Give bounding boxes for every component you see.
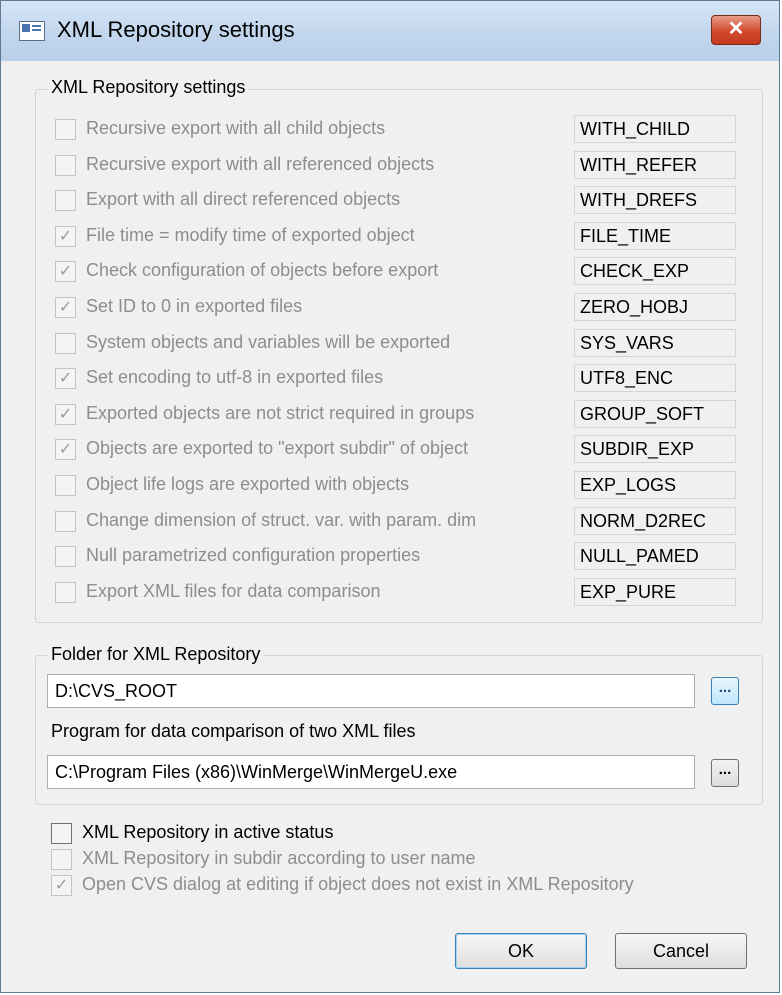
setting-code-field[interactable]: GROUP_SOFT bbox=[574, 399, 736, 428]
setting-row: Recursive export with all referenced obj… bbox=[55, 150, 745, 181]
setting-code-field[interactable]: NULL_PAMED bbox=[574, 542, 736, 571]
setting-row: ✓ Exported objects are not strict require… bbox=[55, 399, 745, 430]
setting-label: System objects and variables will be exp… bbox=[86, 331, 451, 352]
setting-code-field[interactable]: EXP_PURE bbox=[574, 577, 736, 606]
setting-checkbox[interactable] bbox=[55, 332, 76, 354]
setting-code-field[interactable]: CHECK_EXP bbox=[574, 257, 736, 286]
setting-checkbox[interactable]: ✓ bbox=[55, 261, 76, 283]
setting-checkbox[interactable] bbox=[55, 475, 76, 496]
cancel-button[interactable]: Cancel bbox=[615, 933, 747, 969]
option-row: XML Repository in subdir according to us… bbox=[51, 846, 771, 874]
setting-checkbox[interactable]: ✓ bbox=[55, 403, 76, 425]
setting-checkbox[interactable] bbox=[55, 154, 76, 176]
folder-browse-button[interactable]: ... bbox=[711, 677, 739, 705]
setting-checkbox[interactable]: ✓ bbox=[55, 368, 76, 390]
setting-code-field[interactable]: ZERO_HOBJ bbox=[574, 293, 736, 321]
setting-label: Object life logs are exported with objec… bbox=[86, 474, 410, 494]
setting-label: Set encoding to utf-8 in exported files bbox=[86, 367, 384, 388]
setting-row: Recursive export with all child objects W… bbox=[55, 115, 745, 145]
setting-label: Objects are exported to "export subdir" … bbox=[86, 438, 468, 459]
window-app-icon bbox=[19, 21, 45, 41]
setting-checkbox[interactable] bbox=[55, 119, 76, 140]
option-label: XML Repository in subdir according to us… bbox=[82, 848, 476, 868]
setting-checkbox[interactable]: ✓ bbox=[55, 225, 76, 247]
setting-checkbox[interactable] bbox=[55, 546, 76, 568]
setting-code-field[interactable]: WITH_CHILD bbox=[574, 115, 736, 143]
settings-group-label: XML Repository settings bbox=[47, 77, 250, 98]
setting-row: Change dimension of struct. var. with pa… bbox=[55, 506, 745, 537]
setting-label: File time = modify time of exported obje… bbox=[86, 224, 415, 245]
setting-row: ✓ Objects are exported to "export subdir"… bbox=[55, 435, 745, 465]
window-title: XML Repository settings bbox=[57, 17, 295, 42]
folder-path-input[interactable]: D:\CVS_ROOT bbox=[47, 674, 695, 708]
setting-label: Change dimension of struct. var. with pa… bbox=[86, 509, 477, 530]
setting-row: ✓ Set encoding to utf-8 in exported files… bbox=[55, 364, 745, 394]
setting-row: Null parametrized configuration properti… bbox=[55, 542, 745, 572]
option-checkbox[interactable] bbox=[51, 849, 72, 870]
setting-row: ✓ Check configuration of objects before e… bbox=[55, 257, 745, 287]
setting-code-field[interactable]: SYS_VARS bbox=[574, 328, 736, 357]
dialog-window: XML Repository settings ✕ XML Repository… bbox=[0, 0, 780, 993]
option-label: Open CVS dialog at editing if object doe… bbox=[82, 874, 634, 894]
setting-label: Export with all direct referenced object… bbox=[86, 189, 401, 210]
setting-code-field[interactable]: EXP_LOGS bbox=[574, 471, 736, 499]
option-row: ✓ Open CVS dialog at editing if object do… bbox=[51, 872, 771, 900]
setting-label: Set ID to 0 in exported files bbox=[86, 296, 303, 316]
setting-row: Export XML files for data comparison EXP_… bbox=[55, 577, 745, 608]
setting-row: ✓ File time = modify time of exported obj… bbox=[55, 221, 745, 252]
compare-program-input[interactable]: C:\Program Files (x86)\WinMerge\WinMerge… bbox=[47, 755, 695, 789]
setting-checkbox[interactable]: ✓ bbox=[55, 297, 76, 318]
option-checkbox[interactable]: ✓ bbox=[51, 875, 72, 896]
setting-label: Null parametrized configuration properti… bbox=[86, 545, 421, 566]
setting-row: Export with all direct referenced object… bbox=[55, 186, 745, 216]
setting-row: Object life logs are exported with objec… bbox=[55, 471, 745, 501]
option-label: XML Repository in active status bbox=[82, 822, 334, 842]
compare-group-label: Program for data comparison of two XML f… bbox=[47, 721, 420, 742]
setting-label: Recursive export with all referenced obj… bbox=[86, 153, 435, 174]
setting-code-field[interactable]: UTF8_ENC bbox=[574, 364, 736, 393]
close-button[interactable]: ✕ bbox=[711, 15, 761, 45]
setting-label: Exported objects are not strict required… bbox=[86, 402, 475, 423]
setting-checkbox[interactable]: ✓ bbox=[55, 439, 76, 461]
setting-checkbox[interactable] bbox=[55, 510, 76, 532]
setting-code-field[interactable]: WITH_REFER bbox=[574, 150, 736, 179]
compare-browse-button[interactable]: ... bbox=[711, 759, 739, 787]
setting-label: Check configuration of objects before ex… bbox=[86, 260, 439, 281]
ok-button[interactable]: OK bbox=[455, 933, 587, 969]
setting-checkbox[interactable] bbox=[55, 190, 76, 212]
setting-row: System objects and variables will be exp… bbox=[55, 328, 745, 359]
setting-checkbox[interactable] bbox=[55, 581, 76, 603]
folder-group-label: Folder for XML Repository bbox=[47, 644, 265, 665]
setting-code-field[interactable]: SUBDIR_EXP bbox=[574, 435, 736, 464]
setting-code-field[interactable]: FILE_TIME bbox=[574, 221, 736, 250]
setting-row: ✓ Set ID to 0 in exported files ZERO_HOBJ bbox=[55, 293, 745, 323]
setting-code-field[interactable]: NORM_D2REC bbox=[574, 506, 736, 535]
option-checkbox[interactable] bbox=[51, 823, 72, 844]
setting-label: Export XML files for data comparison bbox=[86, 580, 381, 601]
setting-code-field[interactable]: WITH_DREFS bbox=[574, 186, 736, 215]
title-bar[interactable]: XML Repository settings ✕ bbox=[1, 1, 779, 61]
option-row: XML Repository in active status bbox=[51, 820, 771, 848]
setting-label: Recursive export with all child objects bbox=[86, 118, 386, 138]
